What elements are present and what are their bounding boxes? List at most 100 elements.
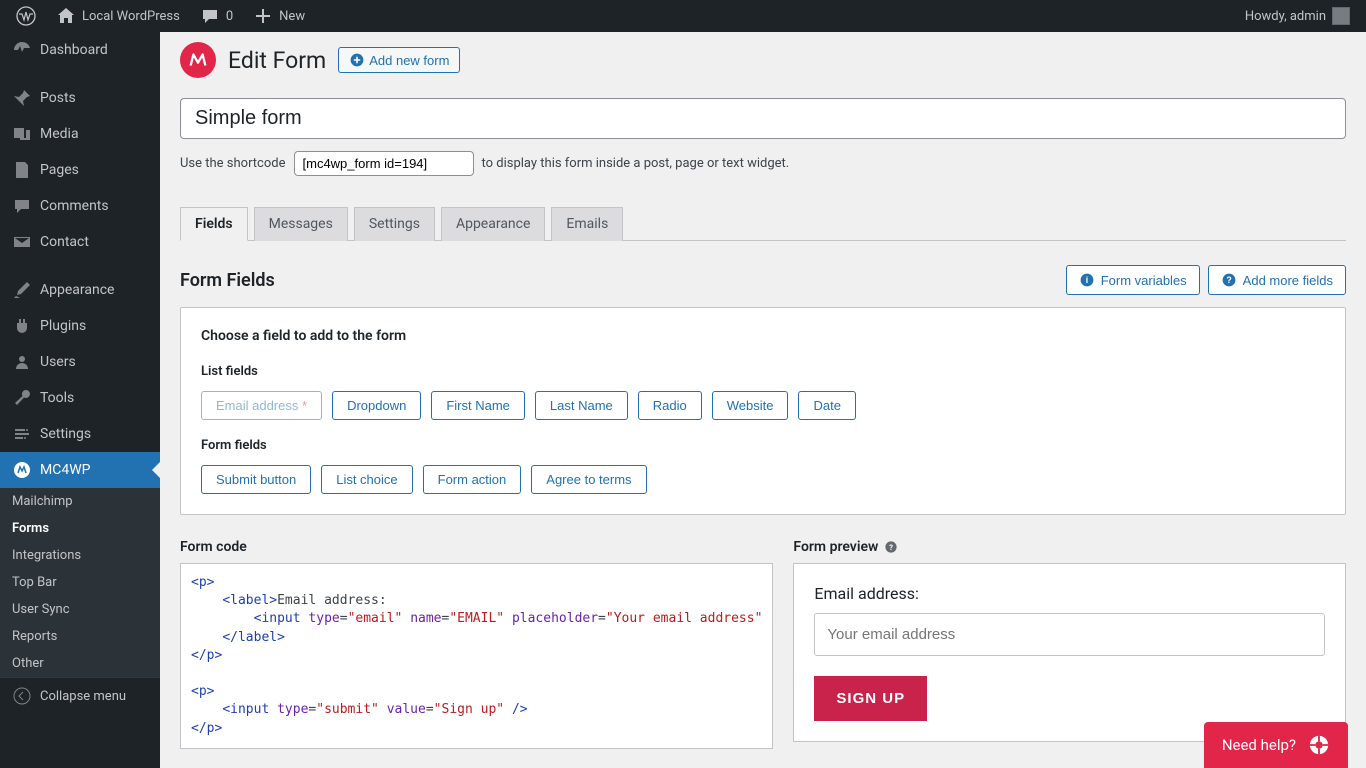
- form-preview-label: Form preview: [793, 539, 878, 555]
- preview-email-label: Email address:: [814, 584, 1325, 603]
- sidebar-subitem-other[interactable]: Other: [0, 650, 160, 677]
- sidebar-item-contact[interactable]: Contact: [0, 224, 160, 260]
- sidebar-label: MC4WP: [40, 462, 90, 478]
- sidebar-subitem-topbar[interactable]: Top Bar: [0, 569, 160, 596]
- sidebar-label: Users: [40, 354, 76, 370]
- sidebar-item-pages[interactable]: Pages: [0, 152, 160, 188]
- sidebar-subitem-forms[interactable]: Forms: [0, 515, 160, 542]
- comments-link[interactable]: 0: [192, 0, 241, 32]
- sidebar-subitem-mailchimp[interactable]: Mailchimp: [0, 488, 160, 515]
- page-title: Edit Form: [228, 47, 326, 74]
- wp-logo-menu[interactable]: [8, 0, 44, 32]
- field-submit-button[interactable]: Submit button: [201, 465, 311, 494]
- mail-icon: [12, 232, 32, 252]
- plus-circle-icon: [349, 52, 365, 68]
- tab-appearance[interactable]: Appearance: [441, 207, 545, 241]
- sidebar-item-posts[interactable]: Posts: [0, 80, 160, 116]
- sidebar-item-plugins[interactable]: Plugins: [0, 308, 160, 344]
- collapse-menu-button[interactable]: Collapse menu: [0, 677, 160, 714]
- sidebar-item-tools[interactable]: Tools: [0, 380, 160, 416]
- sidebar-label: Dashboard: [40, 42, 108, 58]
- settings-icon: [12, 424, 32, 444]
- section-title: Form Fields: [180, 270, 275, 291]
- shortcode-prefix: Use the shortcode: [180, 156, 286, 171]
- list-fields-label: List fields: [201, 364, 1325, 379]
- avatar: [1332, 7, 1350, 25]
- comment-icon: [200, 6, 220, 26]
- sidebar-subitem-reports[interactable]: Reports: [0, 623, 160, 650]
- sidebar-label: Pages: [40, 162, 79, 178]
- site-name-link[interactable]: Local WordPress: [48, 0, 188, 32]
- field-dropdown-button[interactable]: Dropdown: [332, 391, 421, 420]
- field-lastname-button[interactable]: Last Name: [535, 391, 628, 420]
- sidebar-label: Settings: [40, 426, 91, 442]
- field-date-button[interactable]: Date: [798, 391, 855, 420]
- brush-icon: [12, 280, 32, 300]
- field-email-button[interactable]: Email address *: [201, 391, 322, 420]
- preview-email-input[interactable]: [814, 613, 1325, 656]
- sidebar-subitem-integrations[interactable]: Integrations: [0, 542, 160, 569]
- sidebar-label: Appearance: [40, 282, 114, 298]
- form-preview-panel: Email address: SIGN UP: [793, 563, 1346, 742]
- wordpress-icon: [16, 6, 36, 26]
- collapse-icon: [12, 686, 32, 706]
- choose-field-heading: Choose a field to add to the form: [201, 328, 1325, 344]
- sidebar-item-mc4wp[interactable]: MC4WP: [0, 452, 160, 488]
- sidebar-item-media[interactable]: Media: [0, 116, 160, 152]
- form-code-editor[interactable]: <p> <label>Email address: <input type="e…: [180, 563, 773, 749]
- user-icon: [12, 352, 32, 372]
- field-listchoice-button[interactable]: List choice: [321, 465, 412, 494]
- sidebar-item-settings[interactable]: Settings: [0, 416, 160, 452]
- shortcode-field[interactable]: [294, 151, 474, 176]
- mc4wp-logo: [180, 42, 216, 78]
- sidebar-label: Posts: [40, 90, 76, 106]
- form-variables-label: Form variables: [1101, 273, 1187, 288]
- form-fields-label: Form fields: [201, 438, 1325, 453]
- field-radio-button[interactable]: Radio: [638, 391, 702, 420]
- tab-emails[interactable]: Emails: [551, 207, 623, 241]
- mc4wp-icon: [12, 460, 32, 480]
- user-menu[interactable]: Howdy, admin: [1237, 0, 1358, 32]
- add-new-form-button[interactable]: Add new form: [338, 47, 460, 73]
- sidebar-label: Comments: [40, 198, 109, 214]
- sidebar-label: Media: [40, 126, 79, 142]
- new-content-link[interactable]: New: [245, 0, 313, 32]
- admin-sidebar: Dashboard Posts Media Pages Comments Con…: [0, 32, 160, 768]
- need-help-label: Need help?: [1222, 736, 1296, 754]
- sidebar-label: Contact: [40, 234, 89, 250]
- field-formaction-button[interactable]: Form action: [423, 465, 522, 494]
- tab-fields[interactable]: Fields: [180, 207, 248, 241]
- field-website-button[interactable]: Website: [712, 391, 789, 420]
- admin-top-bar: Local WordPress 0 New Howdy, admin: [0, 0, 1366, 32]
- svg-text:i: i: [1085, 275, 1087, 285]
- pin-icon: [12, 88, 32, 108]
- new-label: New: [279, 9, 305, 24]
- form-code-label: Form code: [180, 539, 773, 555]
- field-firstname-button[interactable]: First Name: [431, 391, 525, 420]
- sidebar-item-comments[interactable]: Comments: [0, 188, 160, 224]
- dashboard-icon: [12, 40, 32, 60]
- form-tabs: Fields Messages Settings Appearance Emai…: [180, 206, 1346, 241]
- help-icon[interactable]: ?: [884, 540, 898, 554]
- sidebar-subitem-usersync[interactable]: User Sync: [0, 596, 160, 623]
- field-picker-card: Choose a field to add to the form List f…: [180, 307, 1346, 515]
- sidebar-item-users[interactable]: Users: [0, 344, 160, 380]
- form-title-input[interactable]: [180, 98, 1346, 139]
- site-name: Local WordPress: [82, 9, 180, 24]
- preview-submit-button[interactable]: SIGN UP: [814, 676, 927, 721]
- plus-icon: [253, 6, 273, 26]
- add-more-fields-button[interactable]: ? Add more fields: [1208, 265, 1346, 295]
- sidebar-item-dashboard[interactable]: Dashboard: [0, 32, 160, 68]
- field-agree-button[interactable]: Agree to terms: [531, 465, 646, 494]
- tab-settings[interactable]: Settings: [354, 207, 435, 241]
- shortcode-suffix: to display this form inside a post, page…: [482, 156, 790, 171]
- need-help-widget[interactable]: Need help?: [1204, 722, 1348, 768]
- form-variables-button[interactable]: i Form variables: [1066, 265, 1200, 295]
- sidebar-label: Tools: [40, 390, 74, 406]
- comments-count: 0: [226, 9, 233, 24]
- tab-messages[interactable]: Messages: [254, 207, 348, 241]
- sidebar-item-appearance[interactable]: Appearance: [0, 272, 160, 308]
- home-icon: [56, 6, 76, 26]
- sidebar-label: Plugins: [40, 318, 86, 334]
- main-content: Edit Form Add new form Use the shortcode…: [160, 32, 1366, 768]
